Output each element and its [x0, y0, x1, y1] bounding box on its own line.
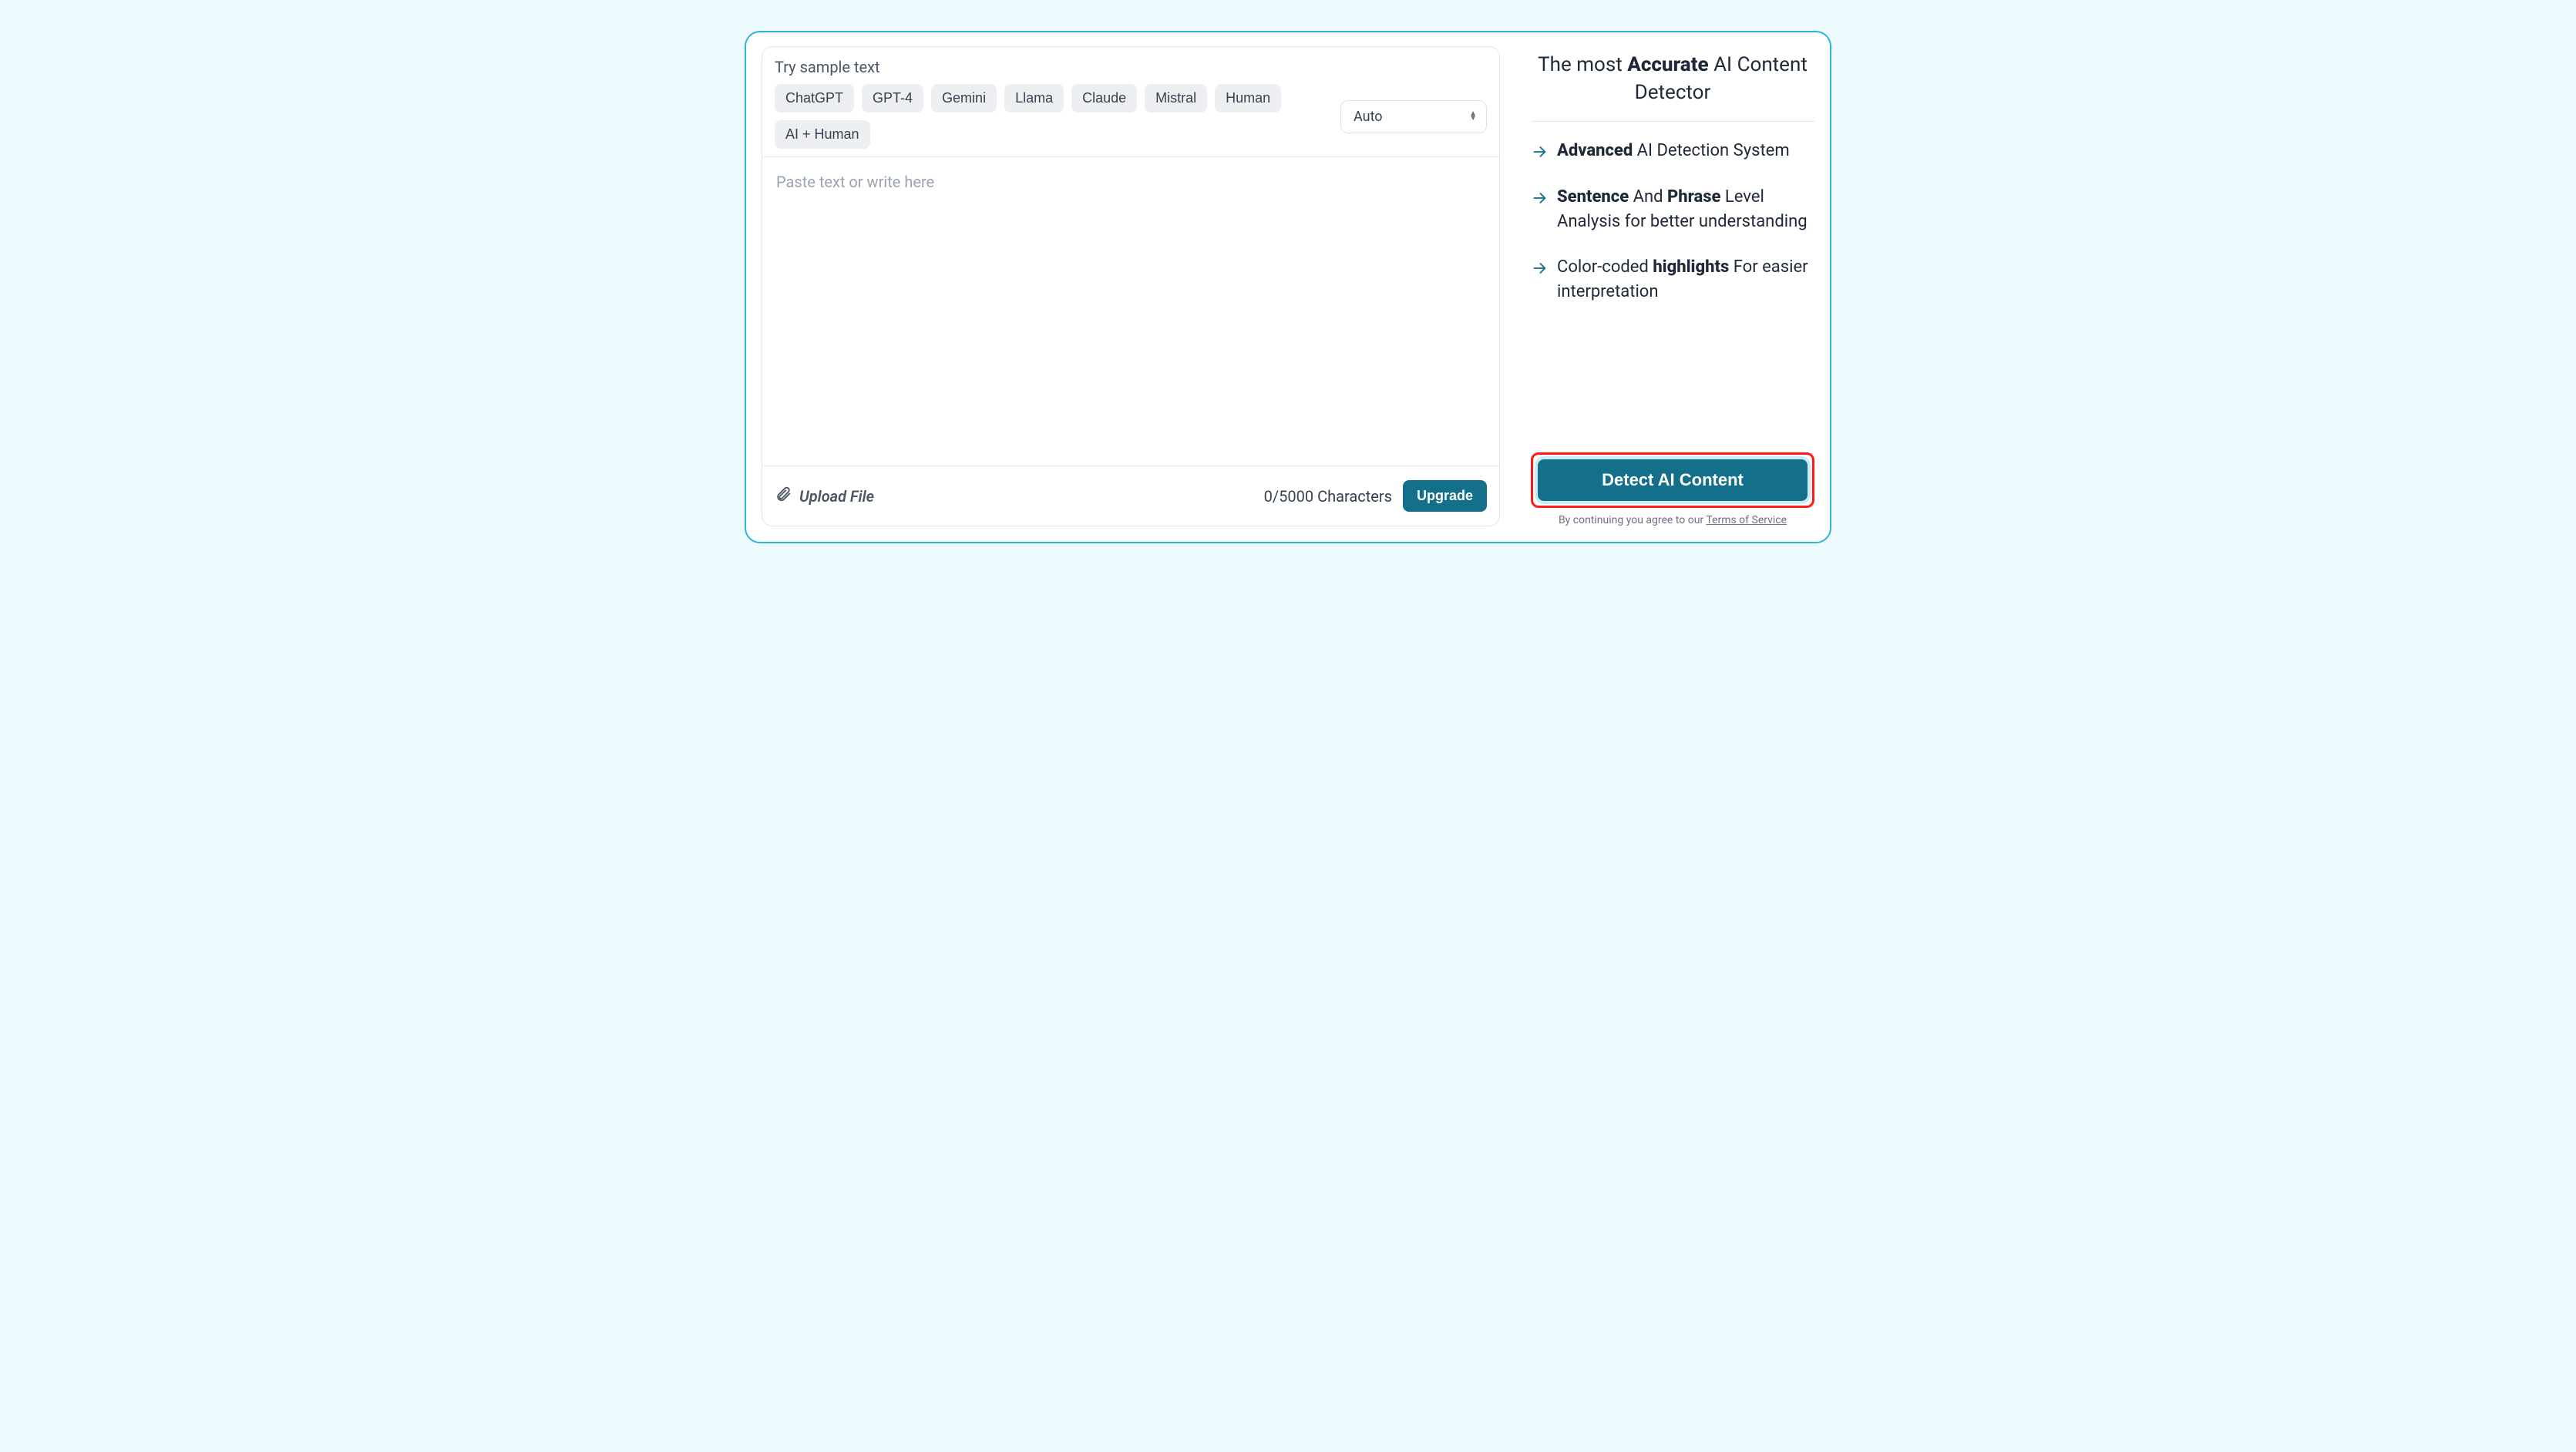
- right-pane: The most Accurate AI Content Detector Ad…: [1515, 32, 1830, 542]
- arrow-right-icon: [1531, 143, 1548, 160]
- language-select[interactable]: Auto ▲▼: [1340, 100, 1487, 133]
- feature-text: Sentence And Phrase Level Analysis for b…: [1557, 185, 1814, 234]
- paperclip-icon: [775, 486, 792, 506]
- left-pane: Try sample text ChatGPT GPT-4 Gemini Lla…: [746, 32, 1515, 542]
- feature-item: Advanced AI Detection System: [1531, 139, 1814, 163]
- content-textarea[interactable]: [762, 157, 1499, 466]
- tos-link[interactable]: Terms of Service: [1706, 514, 1787, 526]
- upgrade-button[interactable]: Upgrade: [1403, 480, 1487, 512]
- samples-header: Try sample text ChatGPT GPT-4 Gemini Lla…: [762, 47, 1499, 157]
- detector-card: Try sample text ChatGPT GPT-4 Gemini Lla…: [745, 31, 1831, 543]
- tos-note: By continuing you agree to our Terms of …: [1531, 514, 1814, 526]
- sample-chip-claude[interactable]: Claude: [1071, 84, 1137, 113]
- sample-chip-gemini[interactable]: Gemini: [931, 84, 997, 113]
- sample-chip-llama[interactable]: Llama: [1004, 84, 1064, 113]
- detect-button[interactable]: Detect AI Content: [1538, 459, 1808, 501]
- arrow-right-icon: [1531, 260, 1548, 277]
- features-list: Advanced AI Detection System Sentence An…: [1531, 122, 1814, 304]
- char-counter: 0/5000 Characters: [1264, 487, 1392, 506]
- language-select-value: Auto: [1354, 109, 1383, 125]
- sample-chip-chatgpt[interactable]: ChatGPT: [775, 84, 854, 113]
- feature-item: Color-coded highlights For easier interp…: [1531, 255, 1814, 304]
- sample-chip-human[interactable]: Human: [1215, 84, 1281, 113]
- chevron-up-down-icon: ▲▼: [1469, 112, 1477, 121]
- cta-highlight-box: Detect AI Content: [1531, 452, 1814, 508]
- input-box: Try sample text ChatGPT GPT-4 Gemini Lla…: [762, 46, 1500, 526]
- upload-file-label: Upload File: [799, 487, 874, 506]
- headline: The most Accurate AI Content Detector: [1531, 51, 1814, 122]
- samples-title: Try sample text: [775, 58, 1487, 76]
- feature-item: Sentence And Phrase Level Analysis for b…: [1531, 185, 1814, 234]
- feature-text: Advanced AI Detection System: [1557, 139, 1790, 163]
- bottom-bar: Upload File 0/5000 Characters Upgrade: [762, 466, 1499, 526]
- sample-chip-mistral[interactable]: Mistral: [1145, 84, 1207, 113]
- feature-text: Color-coded highlights For easier interp…: [1557, 255, 1814, 304]
- upload-file-button[interactable]: Upload File: [775, 486, 874, 506]
- sample-chips: ChatGPT GPT-4 Gemini Llama Claude Mistra…: [775, 84, 1333, 149]
- arrow-right-icon: [1531, 190, 1548, 207]
- sample-chip-ai-human[interactable]: AI + Human: [775, 120, 870, 149]
- cta-area: Detect AI Content By continuing you agre…: [1531, 452, 1814, 526]
- sample-chip-gpt4[interactable]: GPT-4: [862, 84, 923, 113]
- samples-row: ChatGPT GPT-4 Gemini Llama Claude Mistra…: [775, 84, 1487, 149]
